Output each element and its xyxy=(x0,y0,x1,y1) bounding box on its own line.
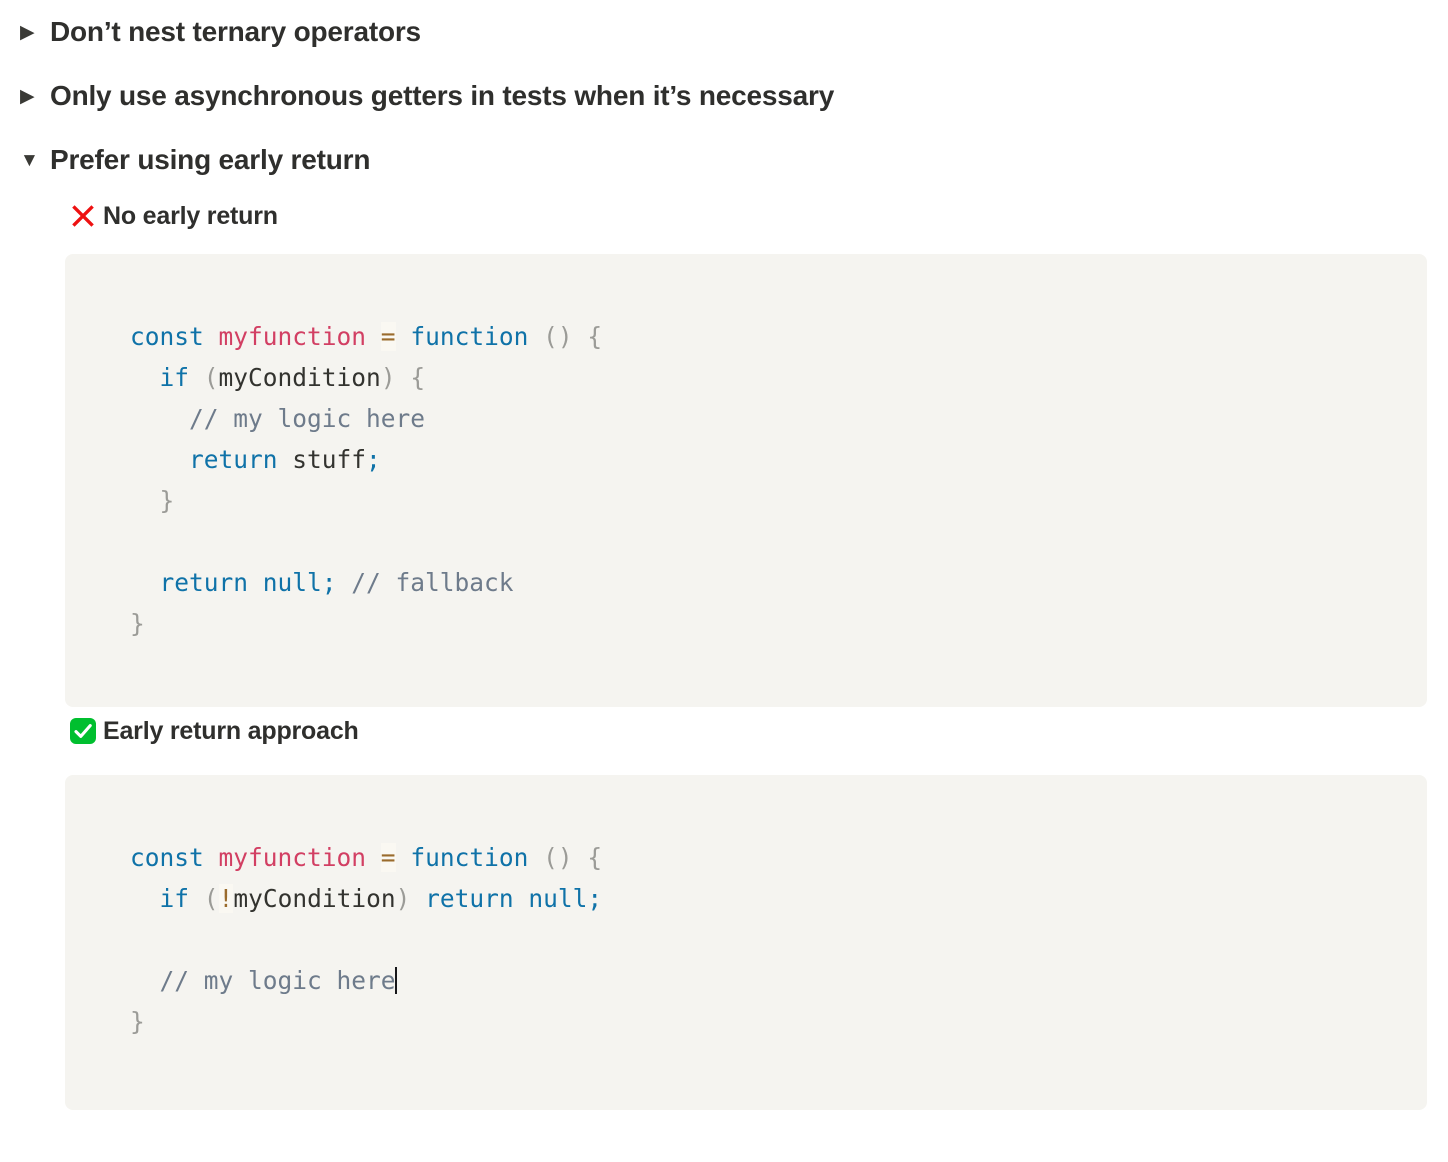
code-token: if xyxy=(159,884,190,913)
code-token: } xyxy=(130,1007,145,1036)
code-token: function xyxy=(410,322,529,351)
code-token: return xyxy=(189,445,278,474)
code-token: // fallback xyxy=(336,568,514,597)
text-cursor xyxy=(394,967,397,994)
code-content-good: const myfunction = function () { if (!my… xyxy=(130,837,1427,1042)
rule-item-early-return[interactable]: ▼ Prefer using early return xyxy=(0,128,1448,192)
code-token: return null xyxy=(159,568,322,597)
guidelines-page: ▶ Don’t nest ternary operators ▶ Only us… xyxy=(0,0,1448,1162)
code-token: // my logic here xyxy=(159,966,396,995)
code-token: myfunction xyxy=(218,843,381,872)
triangle-right-icon[interactable]: ▶ xyxy=(20,23,50,42)
code-token: ; xyxy=(321,568,337,597)
good-example-heading: Early return approach xyxy=(0,707,1448,755)
code-token: if xyxy=(159,363,190,392)
code-token: ; xyxy=(366,445,381,474)
code-token: } xyxy=(130,486,175,515)
code-token: () { xyxy=(528,843,603,872)
code-token: myCondition xyxy=(233,884,396,913)
code-token: function xyxy=(410,843,529,872)
triangle-right-icon[interactable]: ▶ xyxy=(20,87,50,106)
bad-example-heading: No early return xyxy=(0,192,1448,240)
code-token: = xyxy=(380,322,396,351)
code-token: = xyxy=(380,843,396,872)
bad-example-label: No early return xyxy=(103,201,278,230)
code-block-no-early-return[interactable]: const myfunction = function () { if (myC… xyxy=(65,254,1427,707)
code-token: ; xyxy=(587,884,603,913)
code-block-early-return[interactable]: const myfunction = function () { if (!my… xyxy=(65,775,1427,1110)
code-token: ( xyxy=(189,884,219,913)
rule-item-ternary[interactable]: ▶ Don’t nest ternary operators xyxy=(0,0,1448,64)
cross-mark-icon xyxy=(68,201,98,231)
good-example-label: Early return approach xyxy=(103,716,359,745)
rule-title: Only use asynchronous getters in tests w… xyxy=(50,80,835,112)
code-token: ( xyxy=(189,363,219,392)
rule-title: Don’t nest ternary operators xyxy=(50,16,421,48)
code-token: const xyxy=(130,322,219,351)
check-mark-button-icon xyxy=(68,716,98,746)
code-token: stuff xyxy=(277,445,367,474)
code-token: () { xyxy=(528,322,603,351)
code-token: ) xyxy=(395,884,411,913)
code-token: return null xyxy=(410,884,588,913)
triangle-down-icon[interactable]: ▼ xyxy=(20,151,50,170)
code-token: const xyxy=(130,843,219,872)
code-token: myfunction xyxy=(218,322,381,351)
code-token: myCondition xyxy=(218,363,381,392)
code-token: // my logic here xyxy=(189,404,426,433)
rule-title: Prefer using early return xyxy=(50,144,371,176)
code-token: } xyxy=(130,609,145,638)
code-token: ! xyxy=(218,884,234,913)
code-content-bad: const myfunction = function () { if (myC… xyxy=(130,316,1427,644)
rule-item-async-getters[interactable]: ▶ Only use asynchronous getters in tests… xyxy=(0,64,1448,128)
code-token: ) { xyxy=(380,363,426,392)
